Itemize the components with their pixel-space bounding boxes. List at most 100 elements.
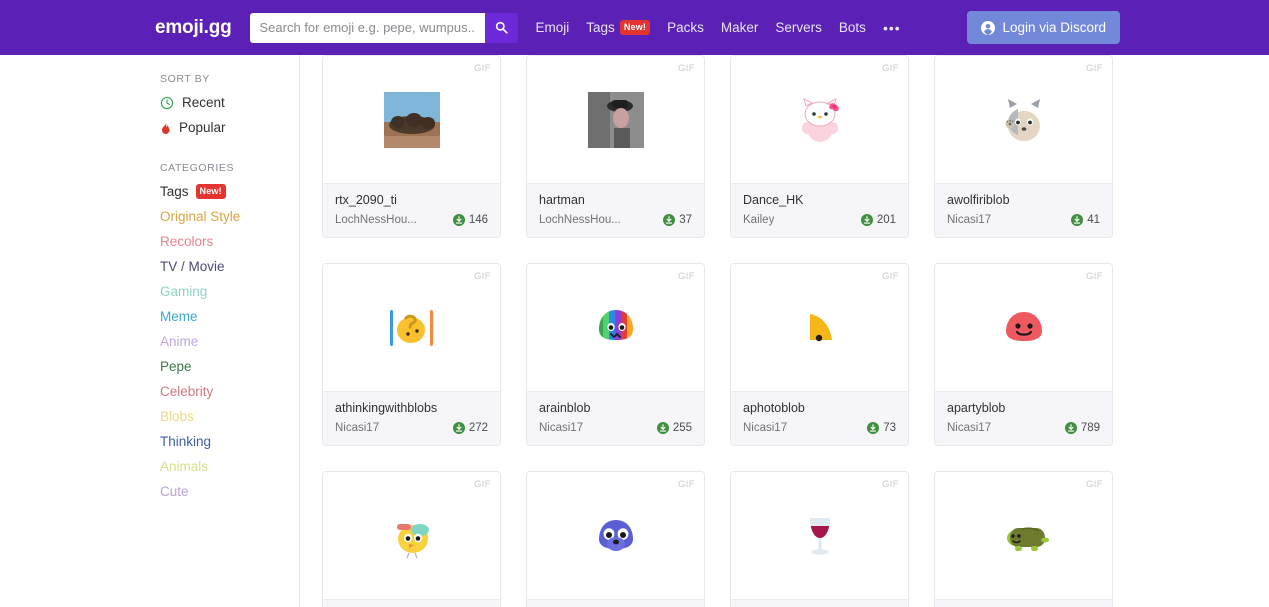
sidebar-category-blobs[interactable]: Blobs <box>160 409 299 424</box>
sidebar-category-tv-movie[interactable]: TV / Movie <box>160 259 299 274</box>
nav-link-label: Tags <box>586 20 615 35</box>
emoji-card-footer <box>935 599 1112 607</box>
sidebar-category-cute[interactable]: Cute <box>160 484 299 499</box>
more-options-icon[interactable]: ••• <box>883 21 901 35</box>
emoji-card-author: LochNessHou... <box>335 214 417 226</box>
emoji-card[interactable]: GIF aphotoblob Nicasi17 73 <box>730 263 909 446</box>
download-count-value: 789 <box>1080 422 1100 434</box>
emoji-card-author: Nicasi17 <box>743 422 788 434</box>
download-count: 41 <box>1071 214 1100 226</box>
sidebar-category-thinking[interactable]: Thinking <box>160 434 299 449</box>
download-count: 37 <box>663 214 692 226</box>
sidebar-sort-recent[interactable]: Recent <box>160 95 299 110</box>
sidebar-category-pepe[interactable]: Pepe <box>160 359 299 374</box>
emoji-card-title: hartman <box>539 193 585 207</box>
download-count-value: 272 <box>468 422 488 434</box>
emoji-card[interactable]: GIF <box>934 471 1113 607</box>
nav-link-tags[interactable]: Tags New! <box>586 20 651 35</box>
emoji-card-media: GIF <box>323 472 500 599</box>
emoji-card-footer <box>527 599 704 607</box>
emoji-card-meta: LochNessHou... 146 <box>335 214 488 226</box>
nav-link-packs[interactable]: Packs <box>667 20 704 35</box>
gif-badge: GIF <box>1085 63 1103 74</box>
emoji-card-meta: Nicasi17 73 <box>743 422 896 434</box>
emoji-card-footer: arainblob Nicasi17 255 <box>527 391 704 445</box>
nav-link-label: Servers <box>775 20 822 35</box>
download-count: 272 <box>452 422 488 434</box>
emoji-card-footer <box>731 599 908 607</box>
emoji-card-footer <box>323 599 500 607</box>
nav-link-label: Maker <box>720 20 759 35</box>
emoji-card[interactable]: GIF <box>322 471 501 607</box>
search-button[interactable] <box>484 12 518 43</box>
sidebar-category-label: Meme <box>160 309 198 324</box>
nav-link-servers[interactable]: Servers <box>775 20 822 35</box>
emoji-image-photo-blob <box>792 300 848 356</box>
download-icon <box>1071 214 1084 226</box>
download-count-value: 146 <box>468 214 488 226</box>
nav-link-maker[interactable]: Maker <box>721 20 759 35</box>
emoji-image-rainbow-blob <box>588 300 644 356</box>
emoji-card-media: GIF <box>527 472 704 599</box>
emoji-grid-container: GIF rtx_2090_ti LochNessHou... 146 GIF h… <box>300 55 1269 607</box>
search-input[interactable] <box>249 12 485 43</box>
brand-logo[interactable]: emoji.gg <box>155 17 232 39</box>
nav-link-bots[interactable]: Bots <box>839 20 866 35</box>
sidebar-category-anime[interactable]: Anime <box>160 334 299 349</box>
download-icon <box>860 214 873 226</box>
emoji-card-author: Nicasi17 <box>539 422 584 434</box>
emoji-card[interactable]: GIF rtx_2090_ti LochNessHou... 146 <box>322 55 501 238</box>
sidebar-category-label: Blobs <box>160 409 194 424</box>
emoji-card[interactable]: GIF <box>730 55 909 238</box>
emoji-card[interactable]: GIF <box>526 471 705 607</box>
emoji-card-title: arainblob <box>539 401 591 415</box>
emoji-image-hello-kitty <box>792 92 848 148</box>
emoji-card[interactable]: GIF <box>526 263 705 446</box>
login-button-label: Login via Discord <box>1002 20 1106 35</box>
search-group <box>249 12 518 43</box>
emoji-card-media: GIF <box>731 56 908 183</box>
download-icon <box>452 214 465 226</box>
nav-links: Emoji Tags New! Packs Maker Servers Bots… <box>536 20 901 35</box>
sidebar-category-recolors[interactable]: Recolors <box>160 234 299 249</box>
sidebar-category-tags[interactable]: Tags New! <box>160 184 299 199</box>
emoji-card[interactable]: GIF athinkingwithblobs Nicasi17 272 <box>322 263 501 446</box>
sidebar-category-original-style[interactable]: Original Style <box>160 209 299 224</box>
gif-badge: GIF <box>473 63 491 74</box>
emoji-card-title: rtx_2090_ti <box>335 193 397 207</box>
nav-link-label: Emoji <box>535 20 570 35</box>
emoji-card-media: GIF <box>935 264 1112 391</box>
emoji-card-media: GIF <box>731 472 908 599</box>
emoji-card[interactable]: GIF <box>934 55 1113 238</box>
sidebar-category-celebrity[interactable]: Celebrity <box>160 384 299 399</box>
emoji-card-footer: athinkingwithblobs Nicasi17 272 <box>323 391 500 445</box>
fire-icon <box>160 120 171 135</box>
emoji-card[interactable]: GIF apartyblob Nicasi17 789 <box>934 263 1113 446</box>
nav-link-label: Packs <box>667 20 704 35</box>
nav-link-emoji[interactable]: Emoji <box>536 20 570 35</box>
page-body: SORT BY Recent Popular CATEGORIES Tags N… <box>0 55 1269 607</box>
emoji-card-footer: Dance_HK Kailey 201 <box>731 183 908 237</box>
clock-icon <box>160 96 174 110</box>
login-via-discord-button[interactable]: Login via Discord <box>967 11 1120 44</box>
sidebar-category-animals[interactable]: Animals <box>160 459 299 474</box>
gif-badge: GIF <box>677 479 695 490</box>
emoji-card-title: apartyblob <box>947 401 1006 415</box>
download-count: 255 <box>656 422 692 434</box>
sidebar-category-label: TV / Movie <box>160 259 225 274</box>
download-count-value: 201 <box>876 214 896 226</box>
emoji-card-meta: LochNessHou... 37 <box>539 214 692 226</box>
emoji-card[interactable]: GIF hartman LochNessHou... 37 <box>526 55 705 238</box>
download-icon <box>656 422 669 434</box>
sidebar-category-label: Pepe <box>160 359 192 374</box>
gif-badge: GIF <box>473 479 491 490</box>
sidebar-category-meme[interactable]: Meme <box>160 309 299 324</box>
emoji-card-footer: apartyblob Nicasi17 789 <box>935 391 1112 445</box>
sidebar-sort-popular[interactable]: Popular <box>160 120 299 135</box>
emoji-card-author: Nicasi17 <box>947 214 992 226</box>
sidebar-category-gaming[interactable]: Gaming <box>160 284 299 299</box>
download-count-value: 41 <box>1087 214 1100 226</box>
nav-link-label: Bots <box>838 20 866 35</box>
sidebar-sort-label: Popular <box>179 120 226 135</box>
emoji-card[interactable]: GIF <box>730 471 909 607</box>
